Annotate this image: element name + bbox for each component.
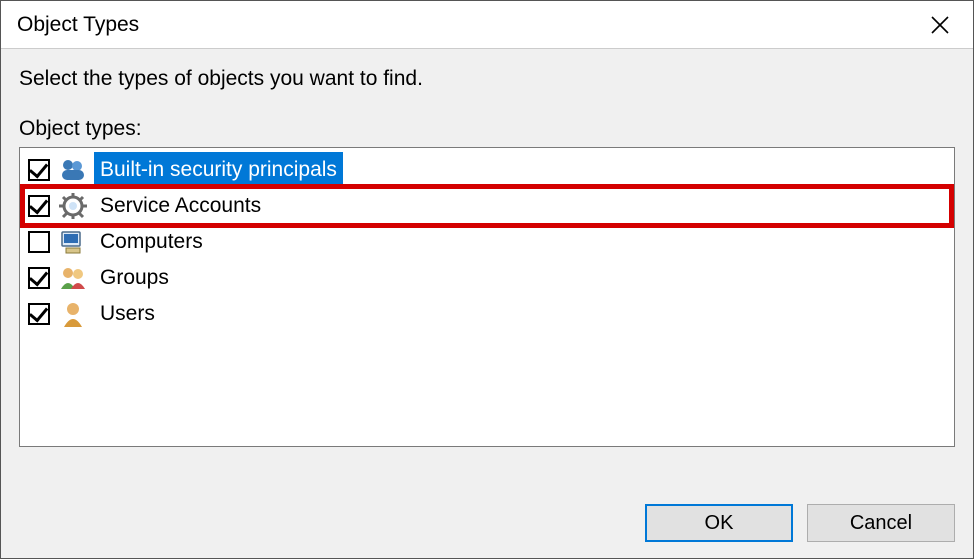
list-item-label: Computers: [100, 230, 203, 254]
list-item-service-accounts[interactable]: Service Accounts: [24, 188, 950, 224]
dialog-title: Object Types: [17, 13, 917, 37]
list-item-computers[interactable]: Computers: [24, 224, 950, 260]
dialog-content: Select the types of objects you want to …: [1, 49, 973, 484]
list-item-label: Service Accounts: [100, 194, 261, 218]
ok-button-label: OK: [705, 512, 734, 535]
list-item-built-in-security-principals[interactable]: Built-in security principals: [24, 152, 950, 188]
titlebar: Object Types: [1, 1, 973, 49]
list-item-label: Built-in security principals: [100, 158, 337, 182]
checkbox[interactable]: [28, 231, 50, 253]
users-icon: [58, 300, 88, 328]
checkbox[interactable]: [28, 159, 50, 181]
object-types-dialog: Object Types Select the types of objects…: [0, 0, 974, 559]
checkbox[interactable]: [28, 303, 50, 325]
service-account-icon: [58, 192, 88, 220]
checkbox[interactable]: [28, 195, 50, 217]
close-icon: [931, 16, 949, 34]
close-button[interactable]: [917, 2, 963, 48]
principals-icon: [58, 156, 88, 184]
groups-icon: [58, 264, 88, 292]
list-label: Object types:: [19, 117, 955, 141]
list-item-users[interactable]: Users: [24, 296, 950, 332]
list-item-label: Groups: [100, 266, 169, 290]
ok-button[interactable]: OK: [645, 504, 793, 542]
dialog-buttons: OK Cancel: [1, 484, 973, 558]
checkbox[interactable]: [28, 267, 50, 289]
computers-icon: [58, 228, 88, 256]
instruction-text: Select the types of objects you want to …: [19, 67, 955, 91]
cancel-button[interactable]: Cancel: [807, 504, 955, 542]
list-item-groups[interactable]: Groups: [24, 260, 950, 296]
cancel-button-label: Cancel: [850, 512, 912, 535]
list-item-label: Users: [100, 302, 155, 326]
object-types-listbox[interactable]: Built-in security principals: [19, 147, 955, 447]
